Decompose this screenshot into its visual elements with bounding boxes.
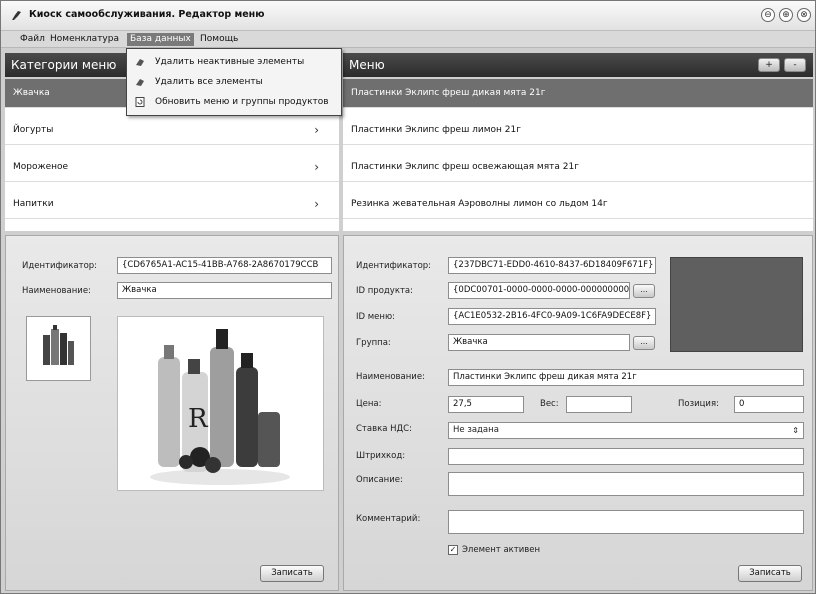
svg-text:R: R [188, 404, 209, 434]
item-id-label: Идентификатор: [356, 261, 432, 271]
menu-item-label: Пластинки Эклипс фреш дикая мята 21г [351, 88, 546, 98]
group-field[interactable]: Жвачка [448, 334, 630, 351]
weight-field[interactable] [566, 396, 632, 413]
categories-title: Категории меню [11, 58, 117, 72]
item-form: Идентификатор: {237DBC71-EDD0-4610-8437-… [343, 235, 813, 591]
chevron-right-icon: › [314, 160, 319, 174]
title-bar: Киоск самообслуживания. Редактор меню ⊖ … [1, 1, 815, 31]
refresh-document-icon [135, 97, 145, 107]
dropdown-item-delete-inactive[interactable]: Удалить неактивные элементы [127, 53, 341, 71]
category-id-label: Идентификатор: [22, 261, 98, 271]
vat-selected-value: Не задана [453, 425, 499, 435]
menu-id-field[interactable]: {AC1E0532-2B16-4FC0-9A09-1C6FA9DECE8F} [448, 308, 656, 325]
vat-select[interactable]: Не задана ⇕ [448, 422, 804, 439]
category-id-field[interactable]: {CD6765A1-AC15-41BB-A768-2A8670179CCB [117, 257, 332, 274]
product-browse-button[interactable]: ... [633, 284, 655, 298]
category-item[interactable]: Мороженое › [5, 153, 339, 182]
window-title: Киоск самообслуживания. Редактор меню [29, 9, 265, 20]
app-icon [12, 11, 21, 20]
minimize-icon[interactable]: ⊖ [761, 8, 775, 22]
category-item-partial[interactable] [5, 224, 339, 231]
menu-item[interactable]: Резинка жевательная Аэроволны лимон со л… [343, 190, 813, 219]
menu-item[interactable]: Пластинки Эклипс фреш лимон 21г [343, 116, 813, 145]
menu-header: Меню + - [343, 53, 813, 77]
item-id-field[interactable]: {237DBC71-EDD0-4610-8437-6D18409F671F} [448, 257, 656, 274]
category-item[interactable]: Напитки › [5, 190, 339, 219]
dropdown-item-refresh[interactable]: Обновить меню и группы продуктов [127, 93, 341, 111]
eraser-icon [136, 59, 144, 66]
bottles-thumbnail-image [43, 325, 74, 365]
description-field[interactable] [448, 472, 804, 496]
price-field[interactable]: 27,5 [448, 396, 524, 413]
active-label: Элемент активен [462, 545, 541, 555]
category-save-button[interactable]: Записать [260, 565, 324, 582]
comment-field[interactable] [448, 510, 804, 534]
menu-item-partial[interactable] [343, 224, 813, 231]
item-name-field[interactable]: Пластинки Эклипс фреш дикая мята 21г [448, 369, 804, 386]
category-name-field[interactable]: Жвачка [117, 282, 332, 299]
eraser-icon [136, 79, 144, 86]
item-save-button[interactable]: Записать [738, 565, 802, 582]
dropdown-item-delete-all[interactable]: Удалить все элементы [127, 73, 341, 91]
maximize-icon[interactable]: ⊕ [779, 8, 793, 22]
menu-item-label: Резинка жевательная Аэроволны лимон со л… [351, 199, 608, 209]
category-name-label: Наименование: [22, 286, 91, 296]
description-label: Описание: [356, 475, 403, 485]
category-item[interactable]: Йогурты › [5, 116, 339, 145]
group-label: Группа: [356, 338, 391, 348]
menu-help[interactable]: Помощь [197, 33, 241, 46]
database-dropdown: Удалить неактивные элементы Удалить все … [126, 48, 342, 116]
menu-id-label: ID меню: [356, 312, 395, 322]
chevron-right-icon: › [314, 197, 319, 211]
menu-list: Пластинки Эклипс фреш дикая мята 21г Пла… [343, 79, 813, 231]
add-item-button[interactable]: + [758, 58, 780, 72]
chevron-right-icon: › [314, 123, 319, 137]
close-icon[interactable]: ⊗ [797, 8, 811, 22]
comment-label: Комментарий: [356, 514, 421, 524]
menu-item[interactable]: Пластинки Эклипс фреш дикая мята 21г [343, 79, 813, 108]
editor-window: Киоск самообслуживания. Редактор меню ⊖ … [0, 0, 816, 594]
category-label: Йогурты [13, 125, 54, 135]
menu-item[interactable]: Пластинки Эклипс фреш освежающая мята 21… [343, 153, 813, 182]
menu-nomenclature[interactable]: Номенклатура [47, 33, 122, 46]
position-label: Позиция: [678, 399, 719, 409]
menu-item-label: Пластинки Эклипс фреш освежающая мята 21… [351, 162, 579, 172]
active-checkbox[interactable]: ✓ [448, 545, 458, 555]
bottles-image: R [150, 329, 290, 485]
position-field[interactable]: 0 [734, 396, 804, 413]
item-image[interactable] [670, 257, 803, 352]
weight-label: Вес: [540, 399, 559, 409]
menu-bar: Файл Номенклатура База данных Помощь [1, 31, 815, 48]
product-id-field[interactable]: {0DC00701-0000-0000-0000-000000000( [448, 282, 630, 299]
menu-item-label: Пластинки Эклипс фреш лимон 21г [351, 125, 521, 135]
menu-title: Меню [349, 58, 385, 72]
barcode-label: Штрихкод: [356, 451, 406, 461]
item-name-label: Наименование: [356, 372, 425, 382]
price-label: Цена: [356, 399, 382, 409]
dropdown-label: Удалить неактивные элементы [155, 57, 305, 67]
category-thumbnail[interactable] [26, 316, 91, 381]
category-form: Идентификатор: {CD6765A1-AC15-41BB-A768-… [5, 235, 339, 591]
menu-database[interactable]: База данных [127, 33, 194, 46]
category-label: Напитки [13, 199, 54, 209]
category-label: Жвачка [13, 88, 50, 98]
dropdown-label: Удалить все элементы [155, 77, 263, 87]
category-label: Мороженое [13, 162, 69, 172]
menu-file[interactable]: Файл [17, 33, 48, 46]
barcode-field[interactable] [448, 448, 804, 465]
chevron-updown-icon: ⇕ [792, 426, 799, 435]
remove-item-button[interactable]: - [784, 58, 806, 72]
vat-label: Ставка НДС: [356, 424, 412, 434]
product-id-label: ID продукта: [356, 286, 413, 296]
category-image[interactable]: R [117, 316, 324, 491]
group-browse-button[interactable]: ... [633, 336, 655, 350]
dropdown-label: Обновить меню и группы продуктов [155, 97, 329, 107]
